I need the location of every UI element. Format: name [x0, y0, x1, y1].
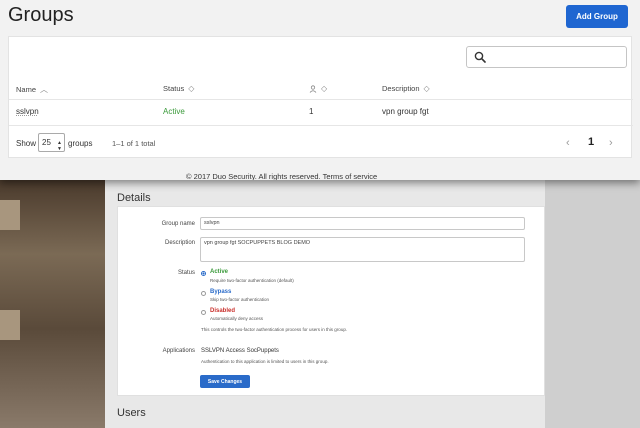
applications-label: Applications: [162, 348, 195, 354]
status-disabled-label: Disabled: [210, 308, 236, 314]
footer-text: © 2017 Duo Security. All rights reserved…: [186, 172, 378, 180]
status-disabled-desc: Automatically deny access: [210, 316, 264, 321]
status-disabled-radio[interactable]: [201, 310, 206, 315]
status-active-radio[interactable]: [201, 271, 206, 276]
search-input[interactable]: [466, 46, 627, 68]
status-active-label: Active: [210, 269, 229, 275]
applications-value: SSLVPN Access SocPuppets: [201, 348, 279, 354]
search-icon: [474, 51, 486, 63]
save-changes-button[interactable]: Save Changes: [200, 375, 250, 388]
groups-label: groups: [68, 139, 93, 148]
details-card: [117, 206, 545, 396]
sort-icon: ◇: [188, 84, 195, 93]
sort-asc-icon: ︿: [40, 85, 49, 94]
applications-note: Authentication to this application is li…: [201, 359, 329, 364]
per-page-select[interactable]: 25 ▲ ▼: [38, 133, 65, 152]
chevron-right-icon[interactable]: ›: [609, 137, 613, 149]
show-label: Show: [16, 139, 37, 148]
description-textarea[interactable]: vpn group fgt SOCPUPPETS BLOG DEMO: [200, 237, 525, 262]
header-divider: [9, 99, 633, 100]
column-header-description[interactable]: Description ◇: [382, 84, 430, 93]
pagination-range: 1–1 of 1 total: [112, 139, 156, 148]
background-desktop-right: [545, 180, 640, 428]
column-header-name-label: Name: [16, 85, 37, 94]
per-page-value: 25: [42, 138, 51, 147]
column-header-status[interactable]: Status ◇: [163, 84, 194, 93]
table-row-description: vpn group fgt: [382, 107, 429, 116]
background-decoration: [0, 200, 20, 230]
user-icon: [309, 84, 317, 93]
status-bypass-label: Bypass: [210, 289, 232, 295]
add-group-button[interactable]: Add Group: [566, 5, 628, 28]
group-name-input[interactable]: sslvpn: [200, 217, 525, 230]
sort-icon: ◇: [423, 84, 430, 93]
status-note: This controls the two-factor authenticat…: [201, 327, 348, 332]
status-active-desc: Require two-factor authentication (defau…: [210, 278, 294, 283]
column-header-status-label: Status: [163, 84, 185, 93]
group-name-label: Group name: [161, 221, 195, 227]
status-bypass-desc: Skip two-factor authentication: [210, 297, 270, 302]
table-row-users: 1: [309, 107, 314, 116]
column-header-description-label: Description: [382, 84, 420, 93]
groups-window: Groups Add Group Name ︿ Status ◇ ◇ Descr…: [0, 0, 640, 180]
select-arrows-icon: ▲ ▼: [57, 140, 62, 152]
current-page[interactable]: 1: [588, 136, 594, 148]
background-desktop: [0, 180, 105, 428]
description-label: Description: [164, 240, 195, 246]
column-header-users[interactable]: ◇: [309, 84, 327, 93]
page-title: Groups: [8, 4, 74, 26]
status-bypass-radio[interactable]: [201, 291, 206, 296]
table-row-name-link[interactable]: sslvpn: [16, 107, 39, 116]
details-title: Details: [117, 192, 151, 204]
row-divider: [9, 125, 633, 126]
column-header-name[interactable]: Name ︿: [16, 84, 48, 95]
chevron-left-icon[interactable]: ‹: [566, 137, 570, 149]
users-title: Users: [117, 407, 146, 419]
table-row-status: Active: [163, 107, 185, 116]
status-label: Status: [177, 270, 195, 276]
background-decoration: [0, 310, 20, 340]
groups-panel: Name ︿ Status ◇ ◇ Description ◇ sslvpn A…: [8, 36, 633, 158]
sort-icon: ◇: [321, 84, 328, 93]
